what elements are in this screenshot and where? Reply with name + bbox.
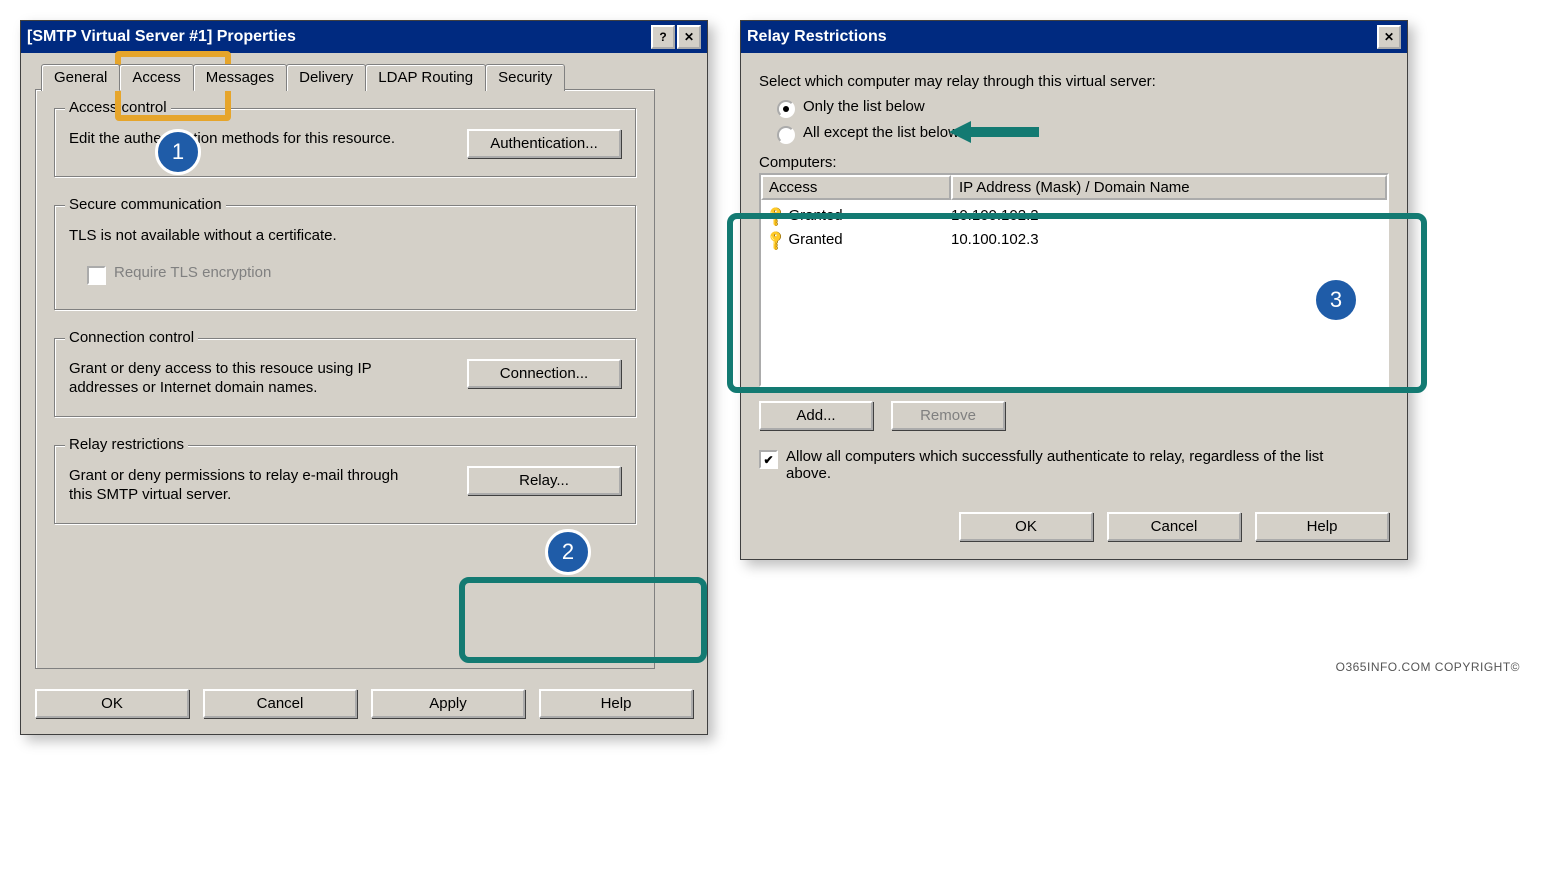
radio-only-list[interactable]: Only the list below — [777, 98, 1389, 118]
checkbox-icon — [87, 266, 106, 285]
col-ip[interactable]: IP Address (Mask) / Domain Name — [951, 175, 1387, 200]
radio-icon — [777, 126, 795, 144]
key-icon: 🔑 — [762, 202, 790, 230]
list-item[interactable]: 🔑Granted 10.100.102.3 — [761, 228, 1387, 252]
copyright-text: O365INFO.COM COPYRIGHT© — [1336, 660, 1520, 674]
row-ip: 10.100.102.3 — [951, 228, 1381, 252]
tabstrip: General Access Messages Delivery LDAP Ro… — [41, 63, 693, 90]
allow-auth-checkbox[interactable]: ✔ Allow all computers which successfully… — [759, 448, 1389, 482]
desc-relay: Grant or deny permissions to relay e-mai… — [69, 466, 399, 505]
apply-button[interactable]: Apply — [371, 689, 525, 718]
tab-ldap-routing[interactable]: LDAP Routing — [365, 64, 486, 91]
computers-label: Computers: — [759, 154, 1389, 171]
remove-button: Remove — [891, 401, 1005, 430]
window-title: [SMTP Virtual Server #1] Properties — [27, 28, 296, 46]
checkbox-icon: ✔ — [759, 450, 778, 469]
client-area-right: Select which computer may relay through … — [741, 53, 1407, 559]
desc-access-control: Edit the authentication methods for this… — [69, 129, 395, 149]
dialog-buttons-right: OK Cancel Help — [759, 512, 1389, 541]
legend-access-control: Access control — [65, 99, 171, 116]
allow-auth-label: Allow all computers which successfully a… — [786, 448, 1346, 482]
authentication-button[interactable]: Authentication... — [467, 129, 621, 158]
desc-conn-control: Grant or deny access to this resouce usi… — [69, 359, 399, 398]
tab-security[interactable]: Security — [485, 64, 565, 91]
group-access-control: Access control Edit the authentication m… — [54, 108, 636, 177]
require-tls-checkbox: Require TLS encryption — [87, 264, 621, 285]
col-access[interactable]: Access — [761, 175, 951, 200]
legend-relay: Relay restrictions — [65, 436, 188, 453]
ok-button[interactable]: OK — [35, 689, 189, 718]
add-button[interactable]: Add... — [759, 401, 873, 430]
tab-body: Access control Edit the authentication m… — [35, 89, 655, 669]
cancel-button[interactable]: Cancel — [203, 689, 357, 718]
listview-rows: 🔑Granted 10.100.102.2 🔑Granted 10.100.10… — [761, 200, 1387, 256]
cancel-button[interactable]: Cancel — [1107, 512, 1241, 541]
window-title-right: Relay Restrictions — [747, 28, 887, 46]
legend-conn-control: Connection control — [65, 329, 198, 346]
properties-window: [SMTP Virtual Server #1] Properties ? ✕ … — [20, 20, 708, 735]
computers-listview[interactable]: Access IP Address (Mask) / Domain Name 🔑… — [759, 173, 1389, 387]
row-access: Granted — [788, 228, 842, 252]
titlebar-left: [SMTP Virtual Server #1] Properties ? ✕ — [21, 21, 707, 53]
relay-restrictions-window: Relay Restrictions ✕ Select which comput… — [740, 20, 1408, 560]
group-relay: Relay restrictions Grant or deny permiss… — [54, 445, 636, 524]
ok-button[interactable]: OK — [959, 512, 1093, 541]
group-secure-comm: Secure communication TLS is not availabl… — [54, 205, 636, 310]
legend-secure-comm: Secure communication — [65, 196, 226, 213]
radio-all-except-label: All except the list below — [803, 124, 959, 141]
radio-all-except[interactable]: All except the list below — [777, 124, 1389, 144]
relay-button[interactable]: Relay... — [467, 466, 621, 495]
close-icon[interactable]: ✕ — [677, 25, 701, 49]
listview-header: Access IP Address (Mask) / Domain Name — [761, 175, 1387, 200]
radio-icon — [777, 100, 795, 118]
help-button[interactable]: Help — [539, 689, 693, 718]
require-tls-label: Require TLS encryption — [114, 264, 271, 281]
list-item[interactable]: 🔑Granted 10.100.102.2 — [761, 204, 1387, 228]
titlebar-right: Relay Restrictions ✕ — [741, 21, 1407, 53]
close-icon[interactable]: ✕ — [1377, 25, 1401, 49]
row-ip: 10.100.102.2 — [951, 204, 1381, 228]
row-access: Granted — [788, 204, 842, 228]
radio-only-list-label: Only the list below — [803, 98, 925, 115]
tab-access[interactable]: Access — [119, 64, 193, 91]
help-icon[interactable]: ? — [651, 25, 675, 49]
key-icon: 🔑 — [762, 226, 790, 254]
desc-secure-comm: TLS is not available without a certifica… — [69, 226, 399, 246]
connection-button[interactable]: Connection... — [467, 359, 621, 388]
add-remove-row: Add... Remove — [759, 401, 1389, 430]
tab-delivery[interactable]: Delivery — [286, 64, 366, 91]
group-connection-control: Connection control Grant or deny access … — [54, 338, 636, 417]
tab-messages[interactable]: Messages — [193, 64, 287, 91]
client-area-left: General Access Messages Delivery LDAP Ro… — [21, 53, 707, 734]
intro-text: Select which computer may relay through … — [759, 73, 1389, 90]
dialog-buttons-left: OK Cancel Apply Help — [35, 689, 693, 718]
tab-general[interactable]: General — [41, 64, 120, 91]
help-button[interactable]: Help — [1255, 512, 1389, 541]
